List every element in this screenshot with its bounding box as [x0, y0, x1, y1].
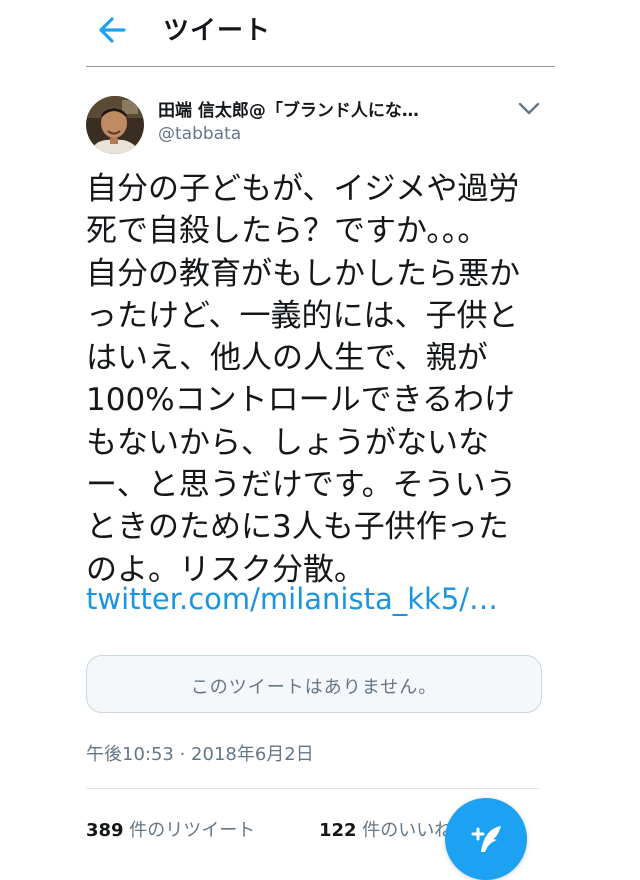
tweet-text-line: 死で自殺したら？ですか。。。 — [86, 213, 489, 250]
avatar[interactable] — [86, 96, 144, 154]
like-label: 件のいいね — [356, 820, 453, 841]
profile-photo — [86, 96, 144, 154]
tweet-text-line: 自分の子どもが、イジメや過労 — [86, 171, 520, 207]
page-title: ツイート — [163, 16, 272, 46]
header-bar: ツイート — [0, 0, 640, 66]
back-button[interactable] — [94, 12, 134, 48]
tweet-text-line: もないから、しょうがないな — [86, 424, 489, 461]
quoted-tweet-unavailable[interactable]: このツイートはありません。 — [86, 655, 542, 713]
retweet-count: 389 — [86, 820, 124, 841]
tweet-menu-button[interactable] — [516, 98, 542, 118]
tweet-timestamp: 午後10:53 · 2018年6月2日 — [86, 744, 314, 765]
chevron-down-icon — [518, 102, 540, 115]
like-stat[interactable]: 122 件のいいね — [319, 816, 464, 842]
header-divider — [86, 66, 555, 67]
compose-feather-icon — [471, 826, 501, 852]
author-handle[interactable]: @tabbata — [158, 124, 241, 144]
compose-tweet-button[interactable] — [445, 798, 527, 880]
stats-divider — [86, 788, 540, 789]
author-name[interactable]: 田端 信太郎@「ブランド人にな… — [158, 96, 419, 121]
tweet-text: 自分の子どもが、イジメや過労 死で自殺したら？ですか。。。 自分の教育がもしかし… — [86, 168, 556, 591]
quote-unavailable-text: このツイートはありません。 — [190, 677, 438, 698]
tweet-text-line: ー、と思うだけです。そういう — [86, 467, 517, 504]
tweet-text-line: はいえ、他人の人生で、親が — [86, 340, 488, 377]
arrow-left-icon — [99, 17, 126, 43]
retweet-label: 件のリツイート — [123, 820, 256, 841]
tweet-link[interactable]: twitter.com/milanista_kk5/… — [86, 582, 498, 616]
retweet-stat[interactable]: 389 件のリツイート — [86, 816, 255, 842]
tweet-text-line: 100%コントロールできるわけ — [86, 382, 516, 419]
tweet-text-line: ったけど、一義的には、子供と — [86, 297, 519, 334]
tweet-text-line: ときのために3人も子供作った — [86, 509, 509, 546]
like-count: 122 — [319, 820, 357, 841]
tweet-text-line: 自分の教育がもしかしたら悪か — [86, 255, 520, 292]
